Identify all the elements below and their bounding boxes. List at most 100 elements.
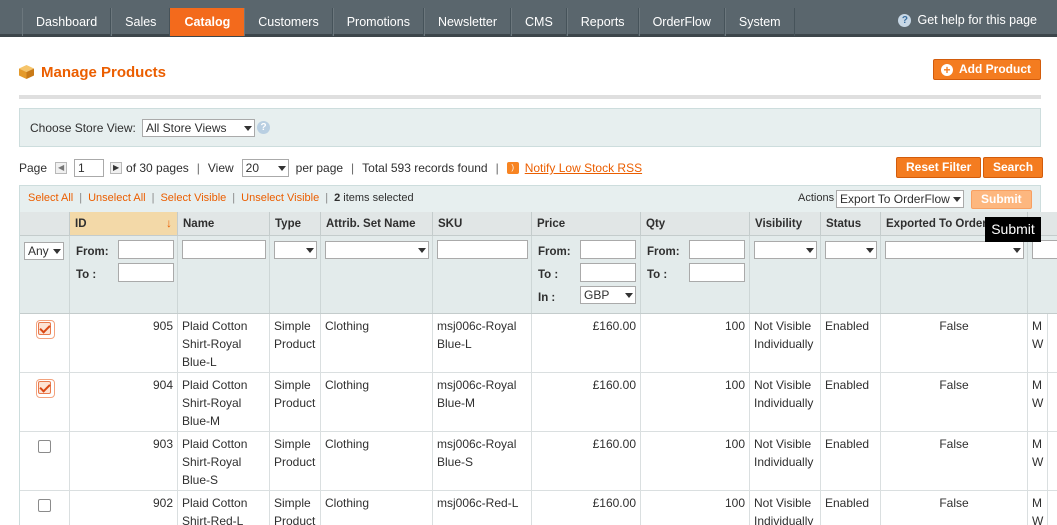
chevron-down-icon — [1013, 248, 1021, 253]
help-link[interactable]: ? Get help for this page — [898, 13, 1037, 27]
row-name: Plaid Cotton Shirt-Red-L — [178, 491, 270, 525]
nav-item-catalog[interactable]: Catalog — [170, 8, 245, 36]
next-page-icon[interactable]: ▶ — [110, 162, 123, 174]
row-extra: M W — [1028, 314, 1048, 372]
row-price: £160.00 — [532, 373, 641, 431]
filter-type — [270, 236, 321, 313]
nav-item-cms[interactable]: CMS — [511, 8, 567, 36]
qty-to-label: To : — [647, 269, 668, 281]
chevron-down-icon — [277, 166, 286, 171]
nav-item-promotions[interactable]: Promotions — [332, 8, 424, 36]
row-qty: 100 — [641, 373, 750, 431]
type-filter-select[interactable] — [274, 241, 317, 259]
prev-page-icon[interactable]: ◀ — [55, 162, 68, 174]
status-filter-select[interactable] — [825, 241, 877, 259]
header-status[interactable]: Status — [821, 212, 881, 235]
row-attr-set: Clothing — [321, 432, 433, 490]
header-name[interactable]: Name — [178, 212, 270, 235]
of-pages-text: of 30 pages — [126, 161, 189, 175]
row-checkbox[interactable] — [38, 440, 51, 453]
selected-suffix: items selected — [343, 192, 414, 204]
id-from-input[interactable] — [118, 240, 174, 259]
unselect-visible-link[interactable]: Unselect Visible — [241, 192, 319, 204]
row-status: Enabled — [821, 314, 881, 372]
nav-item-orderflow[interactable]: OrderFlow — [638, 8, 725, 36]
nav-item-reports[interactable]: Reports — [566, 8, 639, 36]
visibility-filter-select[interactable] — [754, 241, 817, 259]
massaction-filter-value: Any — [28, 244, 49, 258]
row-type: Simple Product — [270, 491, 321, 525]
header-qty[interactable]: Qty — [641, 212, 750, 235]
search-button[interactable]: Search — [983, 157, 1044, 178]
row-qty: 100 — [641, 491, 750, 525]
header-id[interactable]: ID ↓ — [70, 212, 178, 235]
header-price[interactable]: Price — [532, 212, 641, 235]
row-sku: msj006c-Red-L — [433, 491, 532, 525]
low-stock-rss-link[interactable]: Notify Low Stock RSS — [525, 161, 642, 175]
nav-item-newsletter[interactable]: Newsletter — [423, 8, 511, 36]
name-filter-input[interactable] — [182, 240, 266, 259]
add-product-label: Add Product — [959, 62, 1031, 76]
price-from-input[interactable] — [580, 240, 636, 259]
submit-button[interactable]: Submit — [971, 190, 1032, 209]
question-icon[interactable]: ? — [257, 121, 270, 134]
row-massaction-cell — [20, 373, 70, 431]
header-visibility[interactable]: Visibility — [750, 212, 821, 235]
currency-select[interactable]: GBP — [580, 286, 636, 304]
table-row[interactable]: 904 Plaid Cotton Shirt-Royal Blue-M Simp… — [20, 373, 1057, 432]
nav-item-system[interactable]: System — [724, 8, 795, 36]
actions-select[interactable]: Export To OrderFlow — [836, 190, 964, 208]
store-view-value: All Store Views — [146, 121, 227, 135]
header-type[interactable]: Type — [270, 212, 321, 235]
attr-set-filter-select[interactable] — [325, 241, 429, 259]
select-visible-link[interactable]: Select Visible — [160, 192, 226, 204]
filter-id: From: To : — [70, 236, 178, 313]
row-checkbox[interactable] — [36, 379, 55, 398]
header-sku[interactable]: SKU — [433, 212, 532, 235]
row-checkbox[interactable] — [38, 499, 51, 512]
sku-filter-input[interactable] — [437, 240, 528, 259]
unselect-all-link[interactable]: Unselect All — [88, 192, 145, 204]
top-navigation: Dashboard Sales Catalog Customers Promot… — [0, 0, 1057, 37]
row-massaction-cell — [20, 314, 70, 372]
add-product-button[interactable]: + Add Product — [933, 59, 1041, 80]
extra-filter-input[interactable] — [1032, 240, 1057, 259]
id-to-input[interactable] — [118, 263, 174, 282]
reset-filter-button[interactable]: Reset Filter — [896, 157, 982, 178]
row-massaction-cell — [20, 432, 70, 490]
submit-tooltip: Submit — [985, 217, 1041, 242]
row-qty: 100 — [641, 314, 750, 372]
rss-icon: ) — [506, 162, 519, 174]
page-input[interactable]: 1 — [74, 159, 105, 177]
exported-filter-select[interactable] — [885, 241, 1024, 259]
massaction-filter-select[interactable]: Any — [24, 242, 64, 260]
chevron-down-icon — [418, 248, 426, 253]
price-to-label: To : — [538, 269, 559, 281]
selected-count: 2 — [334, 192, 341, 204]
price-from-label: From: — [538, 246, 571, 258]
qty-from-input[interactable] — [689, 240, 745, 259]
table-row[interactable]: 902 Plaid Cotton Shirt-Red-L Simple Prod… — [20, 491, 1057, 525]
per-page-select[interactable]: 20 — [241, 159, 289, 177]
nav-item-sales[interactable]: Sales — [111, 8, 171, 36]
select-all-link[interactable]: Select All — [28, 192, 73, 204]
store-view-select[interactable]: All Store Views — [142, 119, 255, 137]
chevron-down-icon — [244, 126, 252, 131]
nav-item-customers[interactable]: Customers — [244, 8, 333, 36]
row-checkbox[interactable] — [36, 320, 55, 339]
price-to-input[interactable] — [580, 263, 636, 282]
currency-value: GBP — [584, 288, 610, 302]
price-in-label: In : — [538, 292, 556, 304]
header-attr-set[interactable]: Attrib. Set Name — [321, 212, 433, 235]
qty-to-input[interactable] — [689, 263, 745, 282]
help-label: Get help for this page — [917, 13, 1037, 27]
table-row[interactable]: 903 Plaid Cotton Shirt-Royal Blue-S Simp… — [20, 432, 1057, 491]
chevron-down-icon — [625, 293, 633, 298]
row-exported: False — [881, 314, 1028, 372]
nav-item-dashboard[interactable]: Dashboard — [22, 8, 112, 36]
row-attr-set: Clothing — [321, 491, 433, 525]
product-box-icon — [19, 65, 34, 79]
table-row[interactable]: 905 Plaid Cotton Shirt-Royal Blue-L Simp… — [20, 314, 1057, 373]
massaction-bar: Select All | Unselect All | Select Visible | U… — [19, 185, 1041, 212]
row-sku: msj006c-Royal Blue-M — [433, 373, 532, 431]
